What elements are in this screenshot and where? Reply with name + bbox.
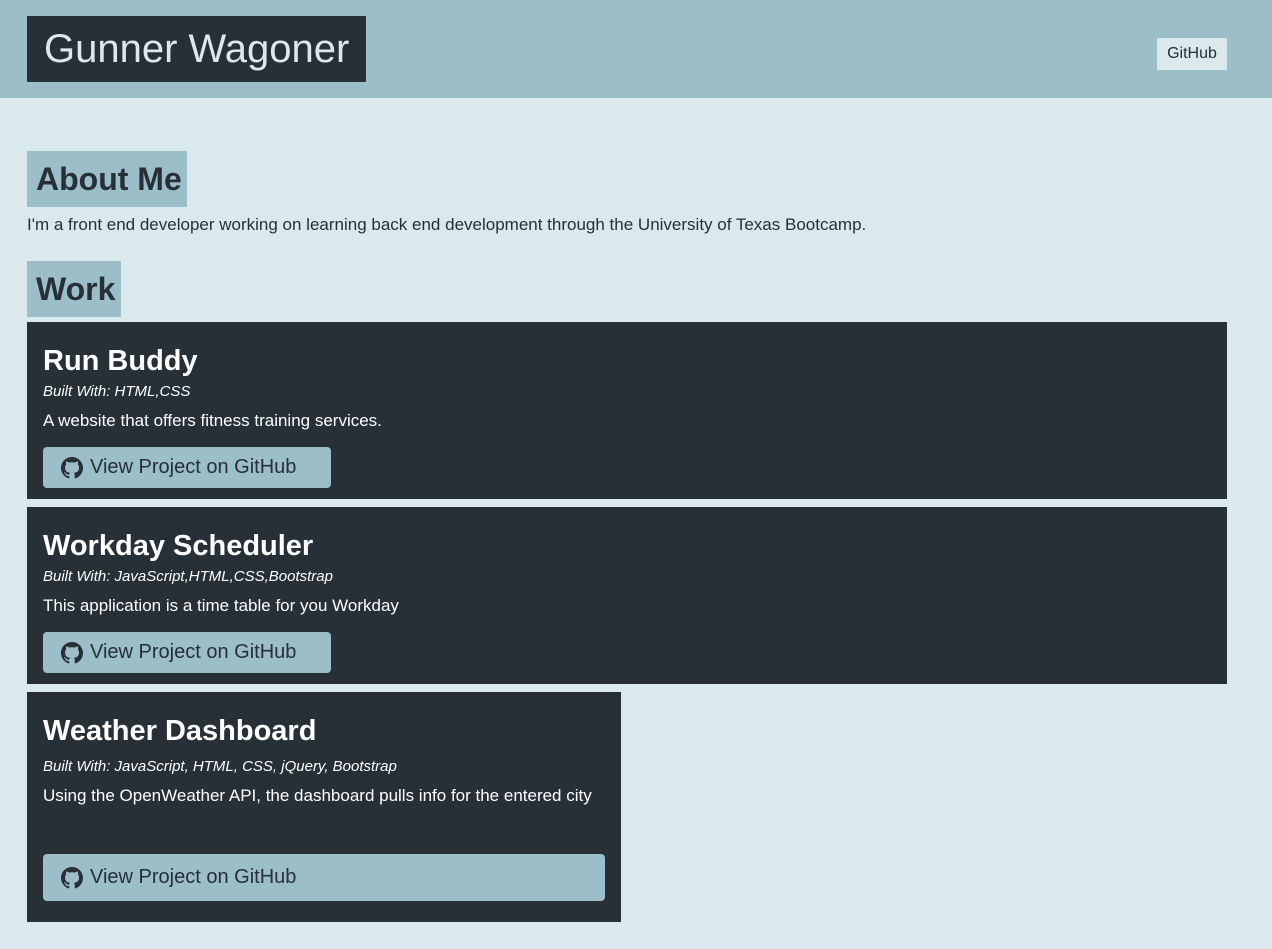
project-description: This application is a time table for you… [43,596,399,615]
work-heading: Work [27,261,121,317]
about-heading: About Me [27,151,187,207]
project-description: A website that offers fitness training s… [43,411,382,430]
github-icon [61,641,83,664]
about-text: I'm a front end developer working on lea… [27,215,867,234]
github-icon [61,866,83,889]
project-title: Run Buddy [43,345,198,377]
github-icon [61,456,83,479]
view-project-label: View Project on GitHub [90,641,297,663]
project-tech: Built With: JavaScript,HTML,CSS,Bootstra… [43,568,333,585]
project-description: Using the OpenWeather API, the dashboard… [43,786,592,805]
project-card-run-buddy: Run Buddy Built With: HTML,CSS A website… [27,322,1227,499]
view-project-button[interactable]: View Project on GitHub [43,632,331,673]
project-tech: Built With: JavaScript, HTML, CSS, jQuer… [43,758,397,775]
nav-github-link[interactable]: GitHub [1157,38,1227,70]
view-project-label: View Project on GitHub [90,456,297,478]
view-project-button[interactable]: View Project on GitHub [43,854,605,901]
project-title: Workday Scheduler [43,530,314,562]
view-project-button[interactable]: View Project on GitHub [43,447,331,488]
view-project-label: View Project on GitHub [90,866,297,888]
site-header: Gunner Wagoner GitHub [0,0,1272,98]
project-card-workday-scheduler: Workday Scheduler Built With: JavaScript… [27,507,1227,684]
project-card-weather-dashboard: Weather Dashboard Built With: JavaScript… [27,692,621,922]
project-tech: Built With: HTML,CSS [43,383,191,400]
site-title: Gunner Wagoner [27,16,367,82]
project-title: Weather Dashboard [43,715,317,747]
